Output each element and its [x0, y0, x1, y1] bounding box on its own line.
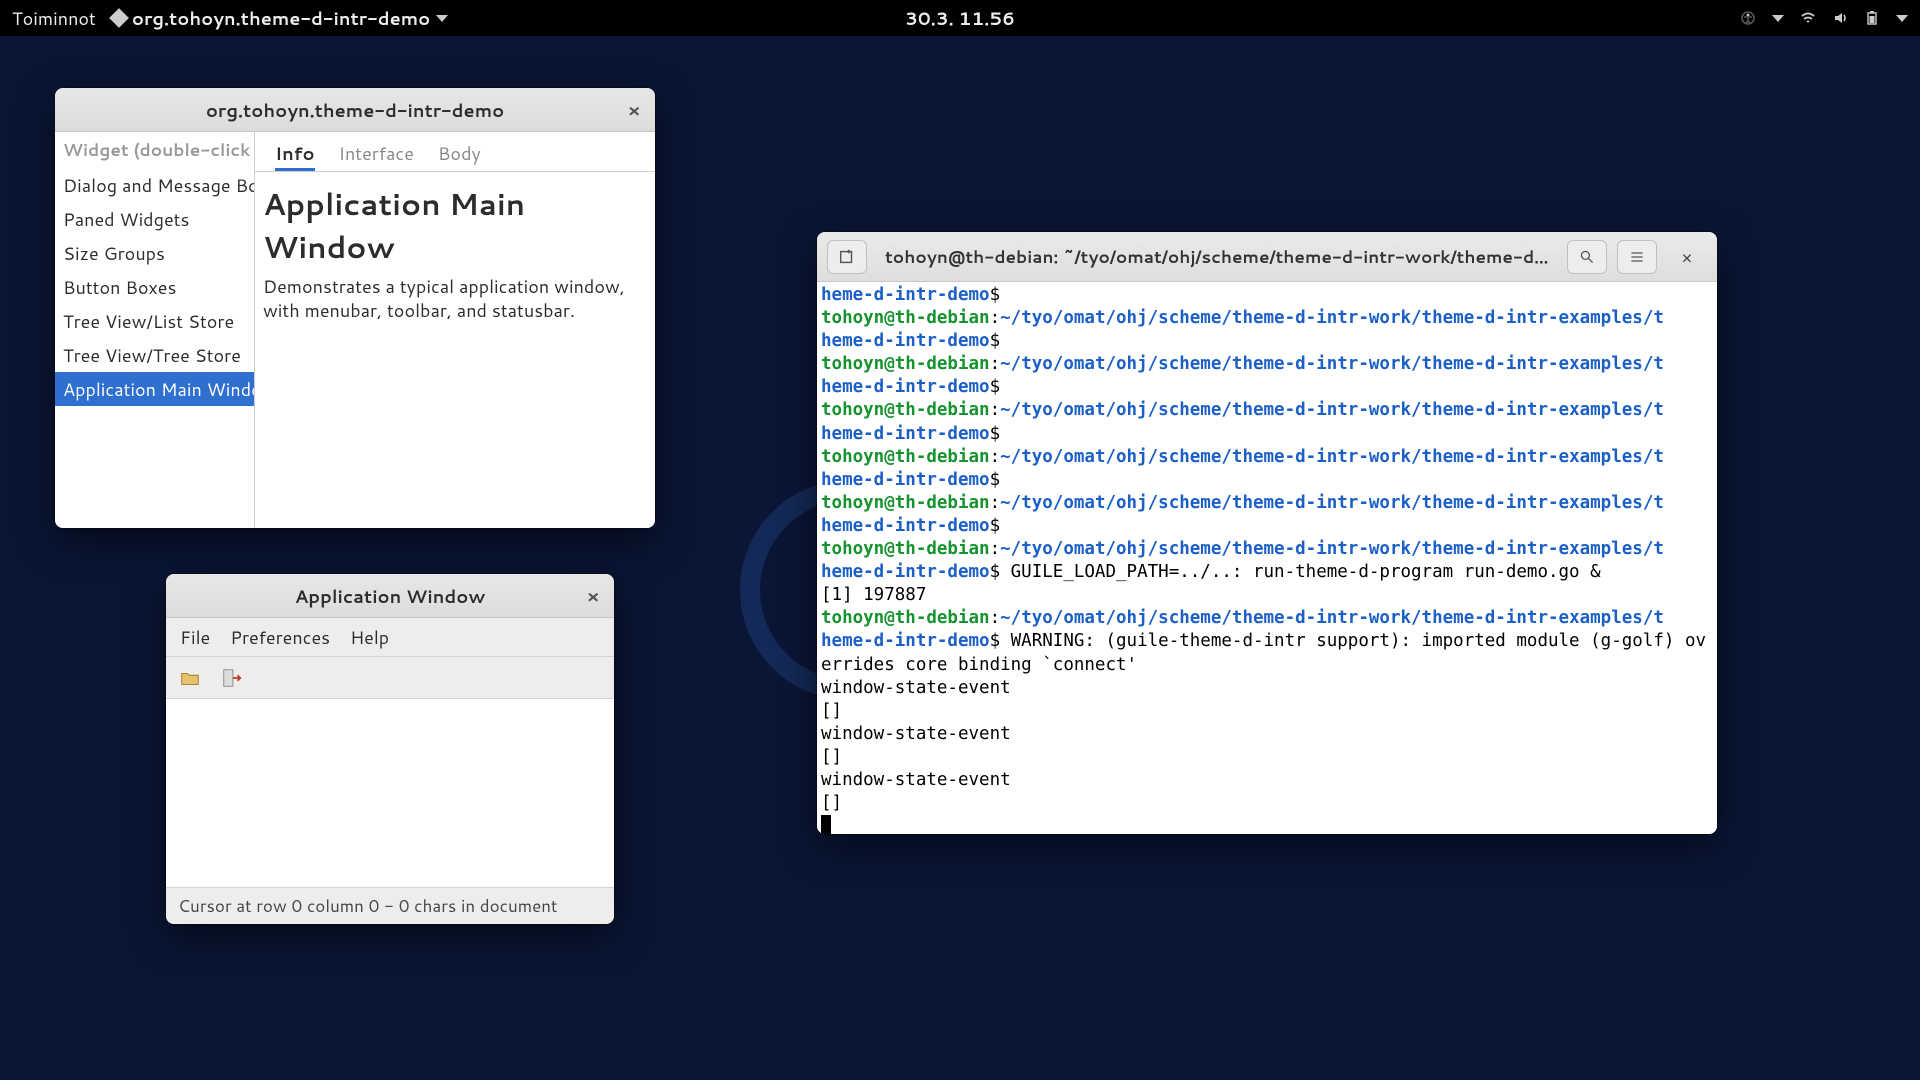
sidebar-item[interactable]: Dialog and Message Boxes	[55, 168, 254, 202]
battery-icon	[1864, 10, 1880, 26]
search-button[interactable]	[1567, 240, 1607, 274]
close-button[interactable]: ×	[580, 583, 606, 609]
system-tray[interactable]	[1740, 10, 1908, 26]
menu-file[interactable]: File	[180, 624, 210, 650]
sidebar-item[interactable]: Paned Widgets	[55, 202, 254, 236]
folder-open-icon	[179, 667, 201, 689]
menu-preferences[interactable]: Preferences	[230, 624, 330, 650]
accessibility-icon	[1740, 10, 1756, 26]
appwin-titlebar[interactable]: Application Window ×	[166, 574, 614, 618]
sidebar-item[interactable]: Button Boxes	[55, 270, 254, 304]
chevron-down-icon	[1772, 15, 1784, 22]
terminal-content[interactable]: heme-d-intr-demo$ tohoyn@th-debian:~/tyo…	[817, 282, 1717, 834]
open-button[interactable]	[176, 664, 204, 692]
quit-button[interactable]	[218, 664, 246, 692]
terminal-title: tohoyn@th-debian: ~/tyo/omat/ohj/scheme/…	[877, 245, 1557, 269]
tab-interface[interactable]: Interface	[339, 140, 414, 171]
menubar: File Preferences Help	[166, 618, 614, 657]
detail-description: Demonstrates a typical application windo…	[263, 274, 647, 323]
tab-info[interactable]: Info	[275, 140, 315, 171]
clock[interactable]: 30.3. 11.56	[905, 5, 1015, 31]
sidebar-item[interactable]: Tree View/List Store	[55, 304, 254, 338]
new-tab-button[interactable]	[827, 240, 867, 274]
activities-button[interactable]: Toiminnot	[12, 5, 96, 31]
detail-pane: Info Interface Body Application Main Windo…	[255, 132, 655, 528]
terminal-titlebar[interactable]: tohoyn@th-debian: ~/tyo/omat/ohj/scheme/…	[817, 232, 1717, 282]
application-window: Application Window × File Preferences Help…	[166, 574, 614, 924]
chevron-down-icon	[1896, 15, 1908, 22]
detail-heading: Application Main Window	[263, 182, 647, 268]
app-menu[interactable]: org.tohoyn.theme-d-intr-demo	[112, 5, 448, 31]
volume-icon	[1832, 10, 1848, 26]
text-area[interactable]	[166, 699, 614, 887]
search-icon	[1579, 249, 1595, 265]
chevron-down-icon	[436, 15, 448, 22]
sidebar-item[interactable]: Size Groups	[55, 236, 254, 270]
sidebar-item[interactable]: Tree View/Tree Store	[55, 338, 254, 372]
demo-title: org.tohoyn.theme-d-intr-demo	[206, 97, 504, 123]
app-menu-label: org.tohoyn.theme-d-intr-demo	[132, 5, 430, 31]
top-panel: Toiminnot org.tohoyn.theme-d-intr-demo 3…	[0, 0, 1920, 36]
widget-list-header: Widget (double-click to show)	[55, 132, 254, 168]
toolbar	[166, 657, 614, 699]
app-menu-icon	[109, 8, 129, 28]
new-tab-icon	[838, 248, 856, 266]
menu-help[interactable]: Help	[350, 624, 389, 650]
exit-icon	[221, 667, 243, 689]
appwin-title: Application Window	[295, 583, 486, 609]
statusbar: Cursor at row 0 column 0 - 0 chars in do…	[166, 887, 614, 924]
close-button[interactable]: ×	[621, 97, 647, 123]
terminal-window: tohoyn@th-debian: ~/tyo/omat/ohj/scheme/…	[817, 232, 1717, 834]
detail-tabs: Info Interface Body	[255, 132, 655, 172]
demo-window: org.tohoyn.theme-d-intr-demo × Widget (d…	[55, 88, 655, 528]
close-button[interactable]: ×	[1667, 240, 1707, 274]
wifi-icon	[1800, 10, 1816, 26]
widget-list[interactable]: Widget (double-click to show) Dialog and…	[55, 132, 255, 528]
demo-titlebar[interactable]: org.tohoyn.theme-d-intr-demo ×	[55, 88, 655, 132]
hamburger-icon	[1629, 249, 1645, 265]
sidebar-item[interactable]: Application Main Window	[55, 372, 254, 406]
tab-body[interactable]: Body	[438, 140, 481, 171]
menu-button[interactable]	[1617, 240, 1657, 274]
